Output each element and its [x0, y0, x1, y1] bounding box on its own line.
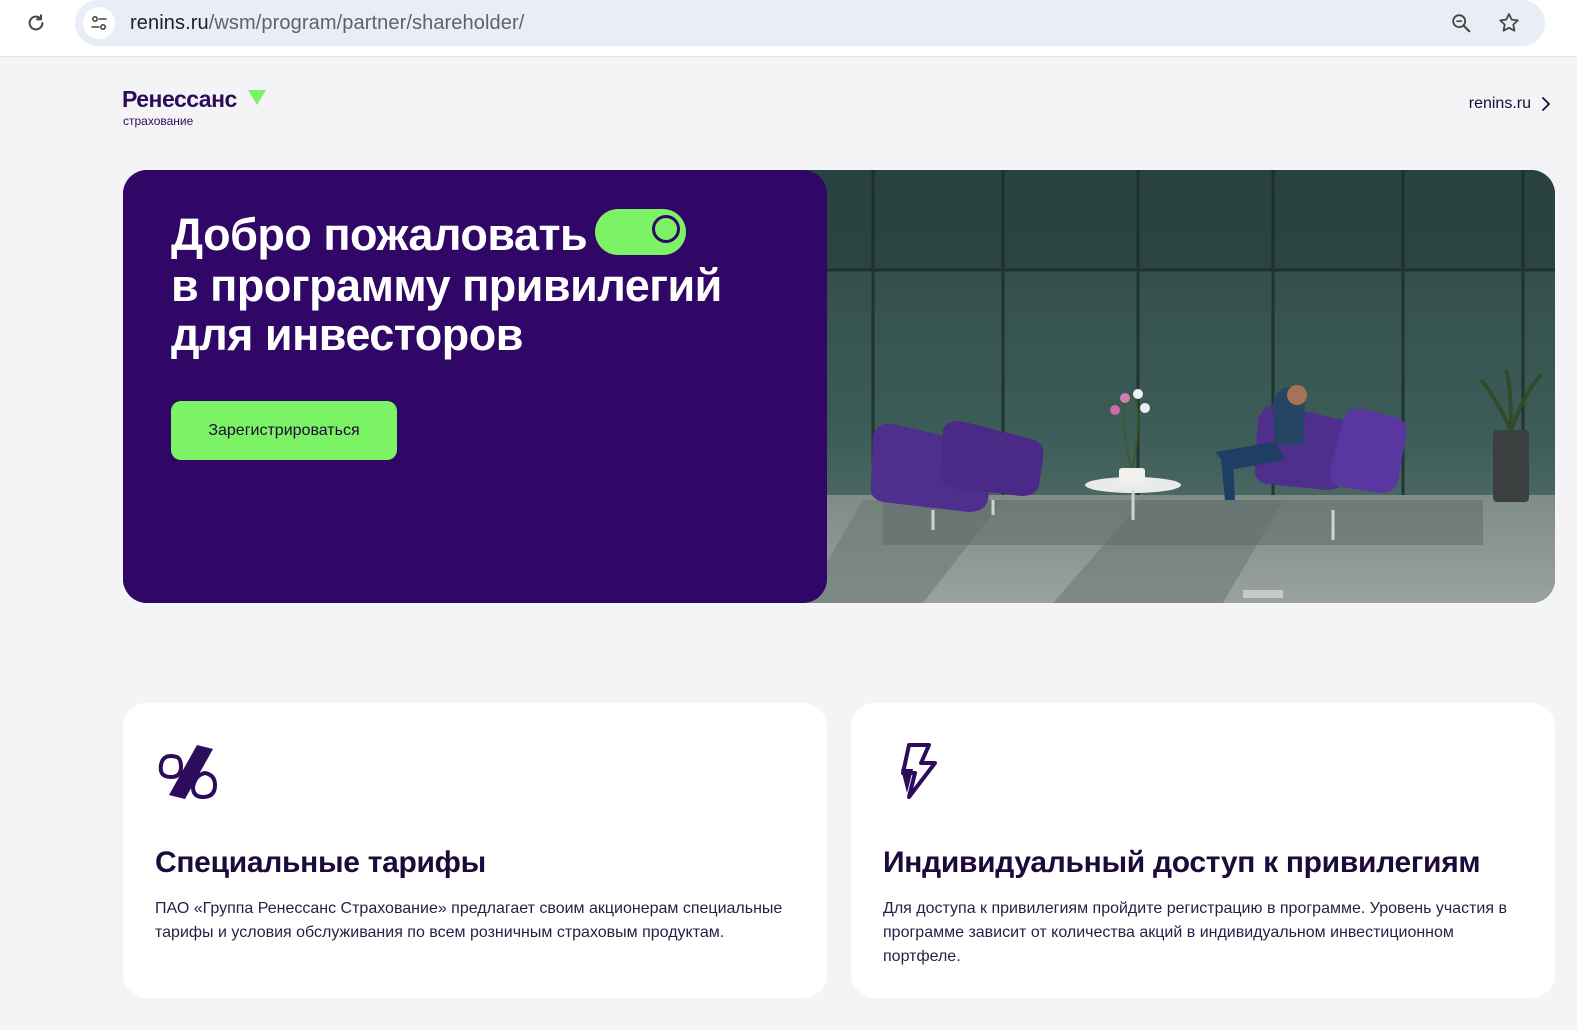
percent-icon	[158, 745, 218, 800]
hero-title: Добро пожаловать в программу привилегий …	[171, 209, 791, 361]
hero-photo	[803, 170, 1555, 603]
reload-icon[interactable]	[22, 9, 50, 37]
browser-toolbar: renins.ru/wsm/program/partner/shareholde…	[0, 0, 1577, 57]
url-domain: renins.ru	[130, 12, 209, 34]
logo-wordmark: Ренессанс	[122, 86, 237, 112]
zoom-icon[interactable]	[1447, 9, 1475, 37]
renaissance-logo[interactable]: Ренессанс страхование	[122, 86, 272, 130]
feature-card-tariffs: Специальные тарифы ПАО «Группа Ренессанс…	[123, 703, 827, 998]
card-text: ПАО «Группа Ренессанс Страхование» предл…	[155, 900, 783, 941]
logo-subtitle: страхование	[123, 114, 194, 128]
card-title: Специальные тарифы	[155, 846, 486, 879]
hero-title-line2: в программу привилегий	[171, 260, 722, 312]
url-path: /wsm/program/partner/shareholder/	[208, 12, 525, 34]
card-text: Для доступа к привилегиям пройдите регис…	[883, 900, 1507, 965]
hero-text-panel: Добро пожаловать в программу привилегий …	[123, 170, 827, 603]
url-text[interactable]: renins.ru/wsm/program/partner/shareholde…	[130, 12, 524, 35]
site-settings-icon[interactable]	[83, 7, 115, 39]
bookmark-star-icon[interactable]	[1495, 9, 1523, 37]
card-title: Индивидуальный доступ к привилегиям	[883, 846, 1481, 879]
main-site-link-label: renins.ru	[1468, 95, 1531, 112]
hero-title-line3: для инвесторов	[171, 309, 523, 361]
hero-banner: Добро пожаловать в программу привилегий …	[123, 170, 1555, 603]
hero-title-line1: Добро пожаловать	[171, 209, 588, 260]
logo-triangle-icon	[248, 90, 266, 105]
chevron-right-icon	[1542, 97, 1550, 111]
toggle-icon	[595, 209, 687, 256]
register-button[interactable]: Зарегистрироваться	[171, 401, 397, 460]
address-bar[interactable]: renins.ru/wsm/program/partner/shareholde…	[75, 0, 1545, 46]
feature-card-access: Индивидуальный доступ к привилегиям Для …	[851, 703, 1555, 998]
main-site-link[interactable]: renins.ru	[1469, 95, 1551, 113]
lightning-icon	[901, 743, 937, 799]
